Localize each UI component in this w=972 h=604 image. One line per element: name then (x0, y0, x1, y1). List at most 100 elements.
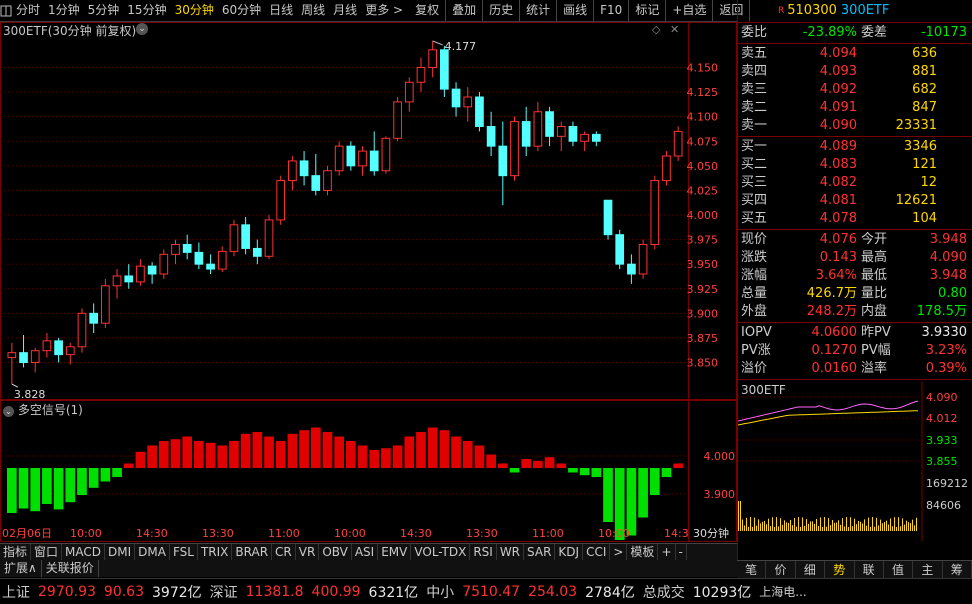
period-4[interactable]: 30分钟 (171, 0, 218, 21)
indicator-tab-13[interactable]: VOL-TDX (411, 544, 471, 561)
indicator-tab-12[interactable]: EMV (378, 544, 412, 561)
mini-volume-bar (822, 526, 823, 531)
price-tick: 4.050 (687, 160, 719, 173)
indicator-tab-7[interactable]: BRAR (232, 544, 273, 561)
stats-value-1: 4.076 (819, 232, 857, 247)
tool-3[interactable]: 统计 (522, 0, 554, 21)
mini-volume-bar (864, 519, 865, 531)
candle-body (7, 352, 17, 359)
mini-volume-bar (800, 526, 801, 531)
period-1[interactable]: 1分钟 (44, 0, 84, 21)
tool-1[interactable]: 叠加 (448, 0, 480, 21)
mini-volume-bar (776, 517, 777, 531)
indicator-tab-10[interactable]: OBV (319, 544, 352, 561)
price-chart[interactable]: 4.150 4.125 4.100 4.075 4.050 4.025 4.000 3.975… (0, 22, 737, 400)
quote-tab-5[interactable]: 值 (884, 561, 914, 579)
quote-tab-0[interactable]: 笔 (737, 561, 767, 579)
candle-body (171, 244, 180, 255)
tool-4[interactable]: 画线 (559, 0, 591, 21)
indicator-bar (322, 432, 333, 468)
tool-7[interactable]: +自选 (668, 0, 710, 21)
bid-price: 4.083 (819, 157, 857, 172)
ask-row: 卖一 4.090 23331 (738, 117, 972, 135)
tool-6[interactable]: 标记 (631, 0, 663, 21)
indicator-tab-4[interactable]: DMA (135, 544, 170, 561)
mini-chart[interactable]: 300ETF 4.090 4.012 3.933 3.855 169212 84606 (738, 381, 972, 541)
mini-tick: 84606 (926, 499, 961, 512)
period-7[interactable]: 周线 (297, 0, 329, 21)
iopv-label-2: PV幅 (861, 343, 891, 358)
ask-label: 卖五 (741, 46, 768, 61)
indicator-tab-16[interactable]: SAR (524, 544, 556, 561)
period-9[interactable]: 更多 > (361, 0, 407, 21)
period-2[interactable]: 5分钟 (84, 0, 124, 21)
ext-tab-1[interactable]: 关联报价 (42, 560, 99, 577)
indicator-tab-22[interactable]: - (676, 544, 687, 561)
candle-body (311, 175, 321, 191)
toolbar-divider (665, 0, 667, 21)
mini-volume-bar (780, 518, 781, 531)
mini-volume-bar (748, 526, 749, 531)
candle-body (627, 263, 636, 275)
quote-tab-4[interactable]: 联 (855, 561, 884, 579)
ext-tab-0[interactable]: 扩展∧ (0, 560, 42, 577)
indicator-tab-3[interactable]: DMI (105, 544, 136, 561)
quote-tab-2[interactable]: 细 (796, 561, 826, 579)
toolbar-menu-icon[interactable] (0, 0, 12, 21)
indicator-tab-20[interactable]: 模板 (627, 544, 659, 561)
stats-label-1: 现价 (741, 232, 768, 247)
indicator-tab-2[interactable]: MACD (62, 544, 106, 561)
indicator-tab-8[interactable]: CR (272, 544, 296, 561)
period-6[interactable]: 日线 (265, 0, 297, 21)
tool-2[interactable]: 历史 (485, 0, 517, 21)
mini-volume-bar (758, 519, 759, 531)
mini-volume-bar (788, 522, 789, 531)
period-8[interactable]: 月线 (329, 0, 361, 21)
indicator-tab-6[interactable]: TRIX (198, 544, 233, 561)
low-pointer (11, 383, 19, 388)
ask-label: 卖三 (741, 82, 768, 97)
bid-volume: 12621 (895, 193, 937, 208)
mini-volume-bar (794, 517, 795, 531)
indicator-tab-18[interactable]: CCI (583, 544, 611, 561)
mini-volume-bar (820, 517, 821, 531)
ask-book: 卖五 4.094 636 卖四 4.093 881 卖三 4.092 682 卖二 4.091 847… (738, 45, 972, 135)
indicator-tab-19[interactable]: > (610, 544, 628, 561)
status-extra[interactable]: 上海电... (759, 583, 806, 600)
bid-label: 买五 (741, 211, 768, 226)
indicator-tab-14[interactable]: RSI (470, 544, 497, 561)
quote-tab-1[interactable]: 价 (766, 561, 796, 579)
ask-label: 卖四 (741, 64, 768, 79)
mini-volume-bar (772, 517, 773, 531)
indicator-bar (334, 436, 344, 468)
mini-volume-bar (868, 517, 869, 531)
zx-change: 254.03 (528, 583, 578, 600)
quote-tab-6[interactable]: 主 (913, 561, 943, 579)
indicator-tab-11[interactable]: ASI (352, 544, 379, 561)
period-5[interactable]: 60分钟 (218, 0, 265, 21)
period-0[interactable]: 分时 (12, 0, 44, 21)
indicator-bar (100, 468, 111, 482)
indicator-tab-0[interactable]: 指标 (0, 544, 32, 561)
bid-volume: 12 (920, 175, 937, 190)
bid-label: 买二 (741, 157, 768, 172)
quote-tab-3[interactable]: 势 (825, 561, 855, 579)
indicator-chart[interactable]: 4.000 3.900 02月06日 10:00 14:30 13:30 11:00 10:0… (0, 400, 737, 542)
tool-5[interactable]: F10 (596, 0, 626, 21)
mini-volume-bar (880, 519, 881, 531)
indicator-bar (626, 468, 637, 536)
indicator-tab-5[interactable]: FSL (170, 544, 198, 561)
indicator-tab-17[interactable]: KDJ (555, 544, 584, 561)
indicator-bar (170, 439, 181, 468)
period-3[interactable]: 15分钟 (123, 0, 170, 21)
indicator-tab-1[interactable]: 窗口 (31, 544, 63, 561)
indicator-tab-21[interactable]: + (658, 544, 676, 561)
tool-0[interactable]: 复权 (411, 0, 443, 21)
quote-tab-7[interactable]: 筹 (943, 561, 972, 579)
kline-chart-area[interactable]: 300ETF(30分钟 前复权) ⌄ ◇ ✕ 4.150 4.125 4.100 4.… (0, 22, 737, 542)
price-tick: 3.850 (687, 357, 719, 370)
indicator-tab-9[interactable]: VR (296, 544, 320, 561)
indicator-bar (509, 468, 520, 473)
indicator-tab-15[interactable]: WR (497, 544, 525, 561)
candle-body (77, 312, 87, 348)
